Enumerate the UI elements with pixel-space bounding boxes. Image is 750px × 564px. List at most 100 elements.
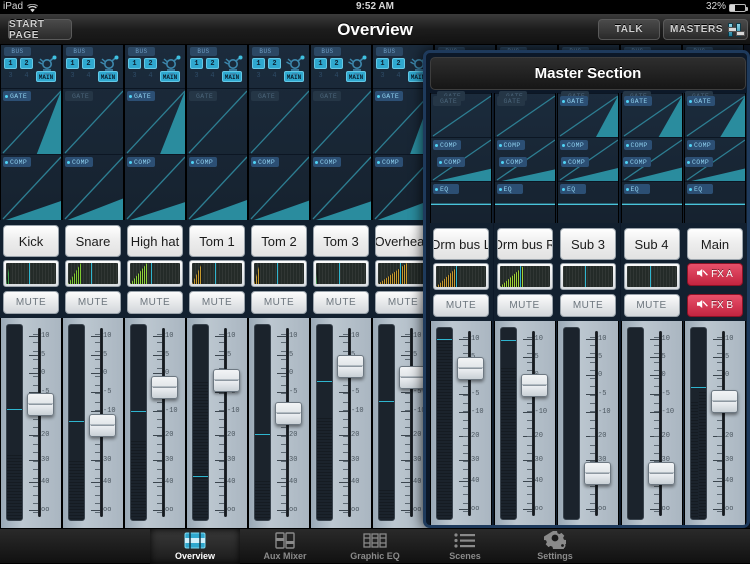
master-channel-name-button[interactable]: Main <box>687 228 743 260</box>
bus-button-2[interactable]: 2 <box>268 58 281 69</box>
bus-button-1[interactable]: 1 <box>190 58 203 69</box>
mute-button[interactable]: MUTE <box>560 294 616 317</box>
bus-button-4[interactable]: 4 <box>82 71 95 82</box>
eq-block[interactable]: EQ <box>494 181 555 223</box>
bus-button-1[interactable]: 1 <box>314 58 327 69</box>
pan-knob-icon[interactable] <box>36 55 58 83</box>
gate-block[interactable]: GATE <box>558 93 618 137</box>
fader-knob[interactable] <box>520 374 548 398</box>
bus-button-4[interactable]: 4 <box>268 71 281 82</box>
fader-knob[interactable] <box>213 368 240 392</box>
bus-button-2[interactable]: 2 <box>206 58 219 69</box>
gate-block[interactable]: GATE <box>685 93 745 137</box>
tab-overview[interactable]: Overview <box>150 528 240 564</box>
fader-track[interactable] <box>595 331 598 516</box>
bus-button-1[interactable]: 1 <box>128 58 141 69</box>
channel-name-button[interactable]: Tom 1 <box>189 225 245 257</box>
mute-button[interactable]: MUTE <box>127 291 183 314</box>
masters-button[interactable]: MASTERS <box>663 19 748 40</box>
fader-knob[interactable] <box>89 413 116 437</box>
mute-button[interactable]: MUTE <box>65 291 121 314</box>
fader-track[interactable] <box>658 331 662 516</box>
gate-block[interactable]: GATE <box>125 88 185 154</box>
gate-block[interactable]: GATE <box>494 93 555 137</box>
channel-name-button[interactable]: Tom 2 <box>251 225 307 257</box>
pan-knob-icon[interactable] <box>98 55 120 83</box>
bus-button-2[interactable]: 2 <box>20 58 33 69</box>
fader-knob[interactable] <box>151 375 178 399</box>
channel-name-button[interactable]: Kick <box>3 225 59 257</box>
master-channel-name-button[interactable]: Sub 4 <box>623 228 680 260</box>
fader-knob[interactable] <box>337 355 364 379</box>
bus-button-4[interactable]: 4 <box>206 71 219 82</box>
comp-block[interactable]: COMP <box>249 154 309 220</box>
bus-button-3[interactable]: 3 <box>190 71 203 82</box>
comp-block[interactable]: COMP <box>63 154 123 220</box>
comp-block[interactable]: COMP <box>1 154 61 220</box>
master-channel-name-button[interactable]: Drm bus L <box>433 228 489 260</box>
fader-track[interactable] <box>162 328 165 517</box>
pan-knob-icon[interactable] <box>284 55 306 83</box>
fader-knob[interactable] <box>27 393 54 417</box>
bus-button-1[interactable]: 1 <box>252 58 265 69</box>
tab-graphic-eq[interactable]: Graphic EQ <box>330 529 420 564</box>
mute-button[interactable]: MUTE <box>496 294 553 317</box>
master-channel-name-button[interactable]: Sub 3 <box>560 228 616 260</box>
mute-button[interactable]: MUTE <box>251 291 307 314</box>
channel-name-button[interactable]: High hat <box>127 225 183 257</box>
gate-block[interactable]: GATE <box>431 93 491 137</box>
pan-knob-icon[interactable] <box>160 55 182 83</box>
mute-button[interactable]: MUTE <box>3 291 59 314</box>
bus-button-3[interactable]: 3 <box>376 71 389 82</box>
bus-button-3[interactable]: 3 <box>4 71 17 82</box>
gate-block[interactable]: GATE <box>187 88 247 154</box>
gate-block[interactable]: GATE <box>249 88 309 154</box>
fader-track[interactable] <box>38 328 41 517</box>
tab-aux-mixer[interactable]: Aux Mixer <box>240 529 330 564</box>
pan-knob-icon[interactable] <box>346 55 368 83</box>
fx-b-button[interactable]: FX B <box>687 294 743 317</box>
gate-block[interactable]: GATE <box>63 88 123 154</box>
eq-block[interactable]: EQ <box>685 181 745 223</box>
eq-block[interactable]: EQ <box>431 181 491 223</box>
mute-button[interactable]: MUTE <box>313 291 369 314</box>
gate-block[interactable]: GATE <box>311 88 371 154</box>
fader-track[interactable] <box>722 331 725 516</box>
comp-block[interactable]: COMP <box>311 154 371 220</box>
gate-block[interactable]: GATE <box>621 93 682 137</box>
comp-block[interactable]: COMP <box>187 154 247 220</box>
bus-button-3[interactable]: 3 <box>66 71 79 82</box>
fader-knob[interactable] <box>399 365 426 389</box>
fader-knob[interactable] <box>711 389 738 413</box>
bus-button-2[interactable]: 2 <box>82 58 95 69</box>
mute-button[interactable]: MUTE <box>623 294 680 317</box>
comp-block[interactable]: COMP <box>125 154 185 220</box>
talk-button[interactable]: TALK <box>598 19 660 40</box>
bus-button-2[interactable]: 2 <box>144 58 157 69</box>
channel-name-button[interactable]: Snare <box>65 225 121 257</box>
fader-knob[interactable] <box>457 357 484 381</box>
bus-button-1[interactable]: 1 <box>66 58 79 69</box>
pan-knob-icon[interactable] <box>222 55 244 83</box>
gate-block[interactable]: GATE <box>1 88 61 154</box>
bus-button-4[interactable]: 4 <box>20 71 33 82</box>
bus-button-2[interactable]: 2 <box>330 58 343 69</box>
fader-knob[interactable] <box>275 401 302 425</box>
channel-name-button[interactable]: Tom 3 <box>313 225 369 257</box>
eq-block[interactable]: EQ <box>558 181 618 223</box>
bus-button-3[interactable]: 3 <box>314 71 327 82</box>
fader-knob[interactable] <box>647 462 675 486</box>
master-channel-name-button[interactable]: Drm bus R <box>496 228 553 260</box>
tab-settings[interactable]: Settings <box>510 529 600 564</box>
mute-button[interactable]: MUTE <box>433 294 489 317</box>
bus-button-4[interactable]: 4 <box>392 71 405 82</box>
bus-button-2[interactable]: 2 <box>392 58 405 69</box>
bus-button-1[interactable]: 1 <box>4 58 17 69</box>
fader-track[interactable] <box>410 328 413 517</box>
bus-button-4[interactable]: 4 <box>330 71 343 82</box>
bus-button-1[interactable]: 1 <box>376 58 389 69</box>
bus-button-3[interactable]: 3 <box>128 71 141 82</box>
fader-track[interactable] <box>224 328 227 517</box>
bus-button-4[interactable]: 4 <box>144 71 157 82</box>
fader-track[interactable] <box>531 331 535 516</box>
